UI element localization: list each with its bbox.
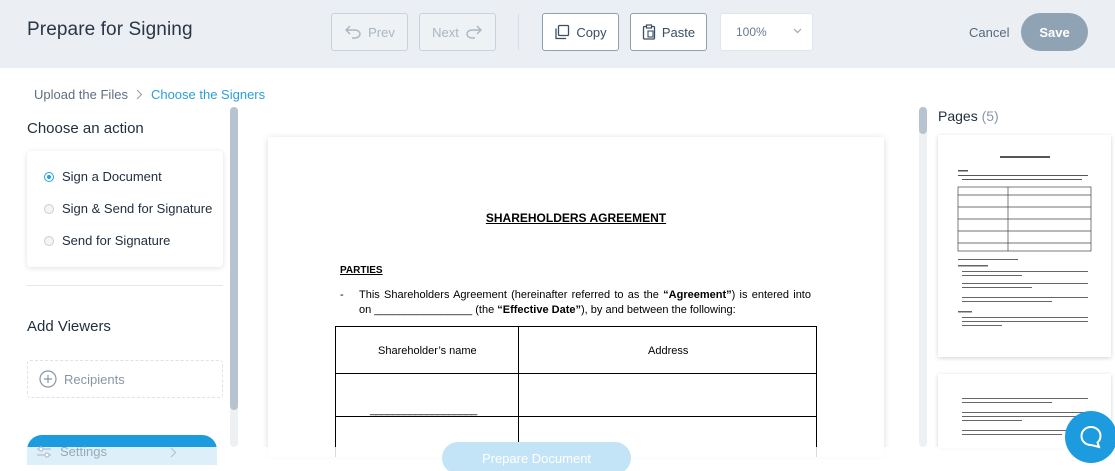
action-label: Sign a Document [62, 169, 162, 184]
chevron-right-icon [170, 447, 177, 458]
radio-unselected-icon[interactable] [44, 235, 54, 246]
breadcrumb-choose-signers[interactable]: Choose the Signers [151, 87, 265, 102]
next-button[interactable]: Next [419, 13, 496, 51]
copy-label: Copy [576, 24, 607, 40]
breadcrumb-upload-files[interactable]: Upload the Files [34, 87, 128, 102]
top-bar: Prepare for Signing Prev Next Copy Paste… [0, 0, 1115, 68]
choose-action-heading: Choose an action [27, 120, 144, 137]
redo-arrow-icon [466, 25, 482, 39]
plus-circle-icon [39, 370, 57, 388]
action-option-sign-and-send[interactable]: Sign & Send for Signature [44, 201, 212, 216]
copy-button[interactable]: Copy [542, 13, 619, 51]
divider [27, 285, 223, 286]
cancel-button[interactable]: Cancel [969, 25, 1009, 40]
action-card: Sign a Document Sign & Send for Signatur… [27, 151, 223, 267]
bullet-dash: - [340, 289, 344, 301]
page-thumbnail-1[interactable] [938, 135, 1111, 357]
add-recipients-button[interactable]: Recipients [27, 360, 223, 398]
breadcrumb: Upload the Files Choose the Signers [34, 87, 265, 102]
shareholders-table: Shareholder’s name Address _____________… [335, 326, 817, 458]
table-header-shareholder-name: Shareholder’s name [378, 345, 477, 357]
table-blank-field: ___________________ [370, 404, 477, 416]
sidebar-scrollbar-thumb[interactable] [230, 107, 238, 410]
chevron-down-icon [793, 28, 802, 34]
save-button[interactable]: Save [1021, 13, 1088, 51]
sidebar-scrollbar[interactable] [230, 107, 238, 447]
action-option-send-for-signature[interactable]: Send for Signature [44, 233, 170, 248]
agreement-paragraph: This Shareholders Agreement (hereinafter… [359, 289, 811, 316]
undo-arrow-icon [345, 25, 361, 39]
paste-icon [642, 24, 656, 40]
document-title: SHAREHOLDERS AGREEMENT [485, 211, 667, 225]
radio-selected-icon[interactable] [44, 171, 54, 182]
table-header-address: Address [648, 345, 689, 357]
next-label: Next [432, 24, 459, 40]
recipients-label: Recipients [64, 371, 125, 387]
action-option-sign-document[interactable]: Sign a Document [44, 169, 162, 184]
chat-support-button[interactable] [1065, 411, 1115, 463]
page-title: Prepare for Signing [27, 19, 193, 40]
paste-button[interactable]: Paste [630, 13, 707, 51]
document-scrollbar-thumb[interactable] [919, 107, 927, 134]
document-page[interactable]: SHAREHOLDERS AGREEMENT PARTIES - This Sh… [268, 137, 884, 458]
zoom-value: 100% [736, 25, 767, 39]
sliders-icon [37, 445, 51, 458]
action-label: Sign & Send for Signature [62, 201, 213, 216]
chevron-right-icon [136, 89, 143, 100]
chat-bubble-icon [1080, 425, 1102, 449]
action-label: Send for Signature [62, 233, 171, 248]
zoom-select[interactable]: 100% [720, 13, 813, 51]
prepare-document-button[interactable]: Prepare Document [442, 442, 631, 471]
parties-heading: PARTIES [340, 265, 383, 276]
pages-count: (5) [981, 108, 999, 124]
copy-icon [555, 24, 570, 40]
pages-label: Pages [938, 108, 978, 124]
prev-label: Prev [368, 24, 395, 40]
prev-button[interactable]: Prev [331, 13, 408, 51]
settings-button[interactable]: Settings [36, 444, 107, 459]
radio-unselected-icon[interactable] [44, 203, 54, 214]
page-thumbnail-preview [957, 156, 1092, 326]
add-viewers-heading: Add Viewers [27, 318, 111, 335]
toolbar-divider [518, 14, 519, 50]
settings-label: Settings [60, 444, 107, 459]
pages-heading: Pages (5) [938, 108, 999, 124]
paste-label: Paste [661, 24, 696, 40]
document-scrollbar[interactable] [919, 107, 927, 447]
